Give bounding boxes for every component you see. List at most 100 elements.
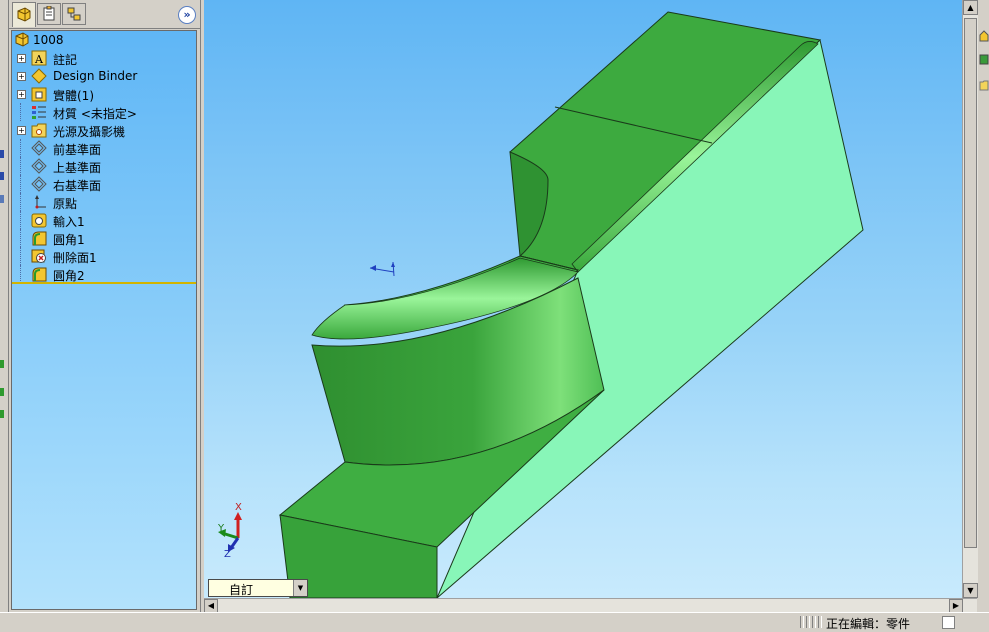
task-pane-tabs [978, 0, 989, 612]
feature-manager-tabs: » [9, 0, 200, 29]
tree-item-label: 前基準面 [53, 143, 102, 157]
strip-nub[interactable] [0, 388, 4, 396]
left-toolbar-strip [0, 0, 9, 612]
status-separator [818, 616, 822, 628]
strip-nub[interactable] [0, 172, 4, 180]
configuration-manager-icon [67, 7, 81, 21]
tree-guide-line [20, 265, 22, 283]
tree-guide-line [20, 229, 22, 247]
horizontal-scrollbar[interactable]: ◀ ▶ [204, 598, 977, 613]
strip-nub[interactable] [0, 150, 4, 158]
tree-item-design-binder[interactable]: + Design Binder [12, 67, 196, 85]
reference-triad: X Y Z [214, 502, 254, 562]
svg-text:A: A [34, 53, 44, 66]
plane-icon [31, 140, 47, 156]
tree-root[interactable]: 1008 [12, 31, 196, 49]
tree-item-label: 原點 [53, 197, 78, 211]
tree-item-label: 光源及攝影機 [53, 125, 126, 139]
plane-icon [31, 158, 47, 174]
annotations-icon: A [31, 50, 47, 66]
view-orientation-dropdown[interactable]: 自訂 ▼ [208, 579, 308, 597]
tree-item-top-plane[interactable]: 上基準面 [12, 157, 196, 175]
scroll-right-button[interactable]: ▶ [949, 599, 963, 613]
tree-guide-line [20, 211, 22, 229]
property-manager-icon [43, 6, 55, 21]
tree-item-front-plane[interactable]: 前基準面 [12, 139, 196, 157]
expand-panel-button[interactable]: » [178, 6, 196, 24]
home-icon[interactable] [979, 28, 989, 42]
tree-item-label: 圓角1 [53, 233, 85, 247]
tree-item-label: 輸入1 [53, 215, 85, 229]
expand-toggle[interactable]: + [17, 90, 26, 99]
plane-icon [31, 176, 47, 192]
triad-x-label: X [235, 502, 242, 513]
tree-item-fillet1[interactable]: 圓角1 [12, 229, 196, 247]
imported-body-icon [31, 212, 47, 228]
strip-nub[interactable] [0, 410, 4, 418]
strip-nub[interactable] [0, 195, 4, 203]
tree-item-label: Design Binder [53, 69, 138, 83]
origin-marker [369, 261, 395, 277]
design-library-icon[interactable] [979, 52, 989, 66]
scroll-left-button[interactable]: ◀ [204, 599, 218, 613]
fillet-icon [31, 266, 47, 282]
tree-item-import1[interactable]: 輸入1 [12, 211, 196, 229]
tree-item-label: 實體(1) [53, 89, 94, 103]
tree-guide-line [20, 103, 22, 121]
tree-guide-line [20, 175, 22, 193]
tree-item-label: 上基準面 [53, 161, 102, 175]
feature-manager-panel: » 1008 + A 註記 + Design Binder + 實體(1) 材質… [9, 0, 201, 612]
tree-item-delete-face1[interactable]: 刪除面1 [12, 247, 196, 265]
origin-icon [31, 194, 47, 210]
tree-item-annotations[interactable]: + A 註記 [12, 49, 196, 67]
strip-nub[interactable] [0, 360, 4, 368]
status-bar: 正在編輯：零件 [0, 612, 989, 631]
status-separator [812, 616, 816, 628]
tree-item-label: 刪除面1 [53, 251, 97, 265]
design-binder-icon [31, 68, 47, 84]
expand-toggle[interactable]: + [17, 54, 26, 63]
tree-root-label: 1008 [33, 33, 64, 47]
feature-tree: 1008 + A 註記 + Design Binder + 實體(1) 材質 <… [11, 30, 197, 610]
scroll-down-button[interactable]: ▼ [963, 583, 978, 598]
part-icon [14, 32, 30, 48]
tree-item-right-plane[interactable]: 右基準面 [12, 175, 196, 193]
lights-cameras-icon [31, 122, 47, 138]
scroll-thumb[interactable] [964, 18, 977, 548]
chevron-down-icon[interactable]: ▼ [293, 580, 307, 596]
delete-face-icon [31, 248, 47, 264]
status-separator [806, 616, 810, 628]
status-checkbox[interactable] [942, 616, 955, 629]
triad-y-label: Y [218, 523, 225, 534]
status-editing-text: 正在編輯：零件 [826, 617, 911, 631]
tab-property-manager[interactable] [37, 3, 61, 25]
material-icon [31, 104, 47, 120]
tree-item-label: 右基準面 [53, 179, 102, 193]
tree-item-fillet2[interactable]: 圓角2 [12, 265, 196, 283]
tab-feature-tree[interactable] [12, 2, 36, 27]
tree-item-material[interactable]: 材質 <未指定> [12, 103, 196, 121]
file-explorer-icon[interactable] [979, 78, 989, 92]
tab-configuration-manager[interactable] [62, 3, 86, 25]
rollback-bar[interactable] [12, 282, 196, 284]
tree-item-label: 材質 <未指定> [53, 107, 137, 121]
part-tree-icon [17, 7, 31, 22]
tree-guide-line [20, 139, 22, 157]
status-separator [800, 616, 804, 628]
solid-bodies-icon [31, 86, 47, 102]
vertical-scrollbar[interactable]: ▲ ▼ [962, 0, 978, 598]
tree-item-label: 註記 [53, 53, 78, 67]
tree-item-origin[interactable]: 原點 [12, 193, 196, 211]
tree-guide-line [20, 247, 22, 265]
part-model[interactable] [204, 0, 962, 598]
expand-toggle[interactable]: + [17, 126, 26, 135]
triad-z-label: Z [224, 549, 231, 560]
tree-guide-line [20, 157, 22, 175]
tree-item-solid-bodies[interactable]: + 實體(1) [12, 85, 196, 103]
graphics-viewport[interactable]: X Y Z [204, 0, 962, 598]
scroll-up-button[interactable]: ▲ [963, 0, 978, 15]
view-orientation-value: 自訂 [229, 583, 254, 597]
tree-item-lights-cameras[interactable]: + 光源及攝影機 [12, 121, 196, 139]
fillet-icon [31, 230, 47, 246]
expand-toggle[interactable]: + [17, 72, 26, 81]
